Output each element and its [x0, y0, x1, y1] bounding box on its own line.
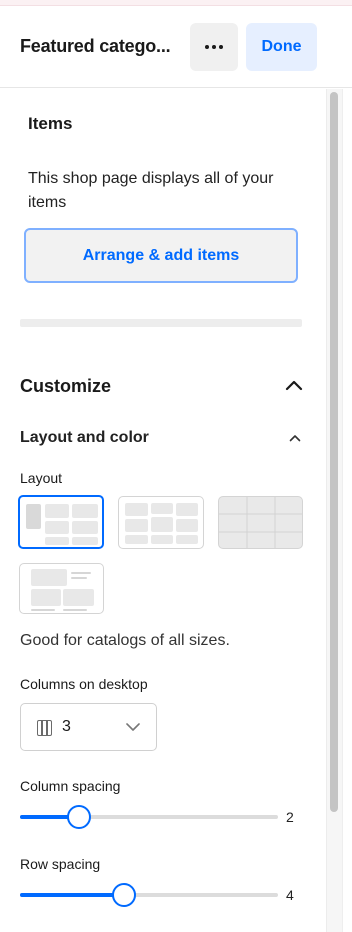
- layout-thumb-block: [125, 535, 148, 544]
- layout-thumb-block: [45, 504, 69, 518]
- more-dot: [219, 45, 223, 49]
- layout-thumb-block: [176, 519, 198, 532]
- panel-header: Featured catego... Done: [0, 6, 352, 88]
- columns-icon: [37, 720, 52, 736]
- scrollbar-thumb[interactable]: [330, 92, 338, 812]
- layout-option-grid-featured[interactable]: [18, 495, 104, 549]
- layout-thumb-block: [72, 537, 98, 545]
- layout-thumb-block: [72, 521, 98, 534]
- layout-thumb-block: [125, 519, 148, 532]
- table-grid-thumb: [219, 497, 302, 548]
- section-divider: [20, 319, 302, 327]
- right-edge: [342, 89, 352, 932]
- layout-option-list-details[interactable]: [19, 563, 104, 614]
- customize-heading: Customize: [20, 376, 112, 396]
- column-spacing-thumb[interactable]: [67, 805, 92, 829]
- row-spacing-label: Row spacing: [20, 856, 101, 872]
- columns-select[interactable]: 3: [20, 703, 157, 751]
- arrange-add-items-button[interactable]: Arrange & add items: [24, 228, 298, 283]
- layout-and-color-heading: Layout and color: [20, 429, 149, 446]
- more-dot: [212, 45, 216, 49]
- layout-thumb-line: [71, 577, 87, 579]
- layout-collapse-chevron-up-icon[interactable]: [289, 434, 301, 442]
- items-heading: Items: [28, 114, 73, 133]
- layout-thumb-block: [151, 517, 173, 532]
- more-options-button[interactable]: [190, 23, 238, 71]
- customize-collapse-chevron-up-icon[interactable]: [285, 379, 303, 391]
- items-description: This shop page displays all of your item…: [28, 170, 274, 211]
- more-horizontal-icon: [205, 45, 209, 49]
- layout-thumb-block: [45, 521, 69, 534]
- layout-thumb-line: [31, 609, 55, 611]
- settings-panel[interactable]: Items This shop page displays all of you…: [0, 89, 326, 932]
- layout-thumb-block: [45, 537, 69, 545]
- columns-label: Columns on desktop: [20, 676, 148, 692]
- layout-thumb-block: [151, 503, 173, 514]
- layout-thumb-block: [176, 535, 198, 544]
- panel-title: Featured catego...: [20, 36, 171, 56]
- layout-thumb-block: [31, 589, 61, 606]
- chevron-down-icon: [126, 723, 140, 731]
- layout-thumb-line: [63, 609, 87, 611]
- layout-thumb-block: [151, 535, 173, 544]
- row-spacing-value: 4: [286, 887, 294, 903]
- layout-option-mixed-grid[interactable]: [118, 496, 204, 549]
- column-spacing-label: Column spacing: [20, 778, 121, 794]
- done-button[interactable]: Done: [246, 23, 317, 71]
- row-spacing-thumb[interactable]: [112, 883, 137, 907]
- layout-thumb-block: [63, 589, 94, 606]
- row-spacing-fill: [20, 893, 125, 897]
- column-spacing-value: 2: [286, 809, 294, 825]
- layout-option-table-grid[interactable]: [218, 496, 303, 549]
- layout-label: Layout: [20, 470, 63, 486]
- layout-thumb-block: [26, 504, 41, 529]
- layout-thumb-block: [31, 569, 67, 586]
- layout-thumb-line: [71, 572, 91, 574]
- layout-thumb-block: [176, 503, 198, 516]
- layout-hint: Good for catalogs of all sizes.: [20, 632, 230, 649]
- columns-value: 3: [62, 718, 71, 735]
- layout-thumb-block: [125, 503, 148, 516]
- layout-thumb-block: [72, 504, 98, 518]
